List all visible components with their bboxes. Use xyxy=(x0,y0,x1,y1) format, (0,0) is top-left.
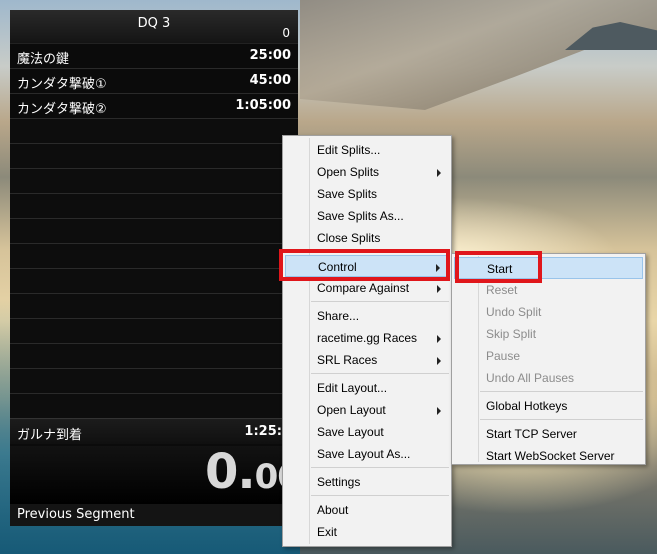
empty-split-row xyxy=(10,169,298,194)
menu-item-label: Close Splits xyxy=(317,231,381,245)
menu-item-open-splits[interactable]: Open Splits xyxy=(285,161,449,183)
menu-item-control[interactable]: Control xyxy=(285,255,449,277)
submenu-arrow-icon xyxy=(437,285,441,293)
menu-separator xyxy=(311,301,449,302)
submenu-arrow-icon xyxy=(436,264,440,272)
menu-separator xyxy=(480,419,643,420)
menu-item-label: racetime.gg Races xyxy=(317,331,418,345)
menu-separator xyxy=(311,495,449,496)
game-title: DQ 3 xyxy=(137,16,171,31)
context-menu: Edit Splits... Open Splits Save Splits S… xyxy=(282,135,452,547)
split-time: 1:05:00 xyxy=(235,98,291,113)
menu-item-label: Undo Split xyxy=(486,305,542,319)
splits-header: DQ 3 0 xyxy=(10,10,298,44)
menu-item-label: Undo All Pauses xyxy=(486,371,575,385)
submenu-arrow-icon xyxy=(437,407,441,415)
menu-item-label: Compare Against xyxy=(317,281,410,295)
split-row: カンダタ撃破① 45:00 xyxy=(10,69,298,94)
menu-item-label: Open Splits xyxy=(317,165,380,179)
submenu-item-pause[interactable]: Pause xyxy=(454,345,643,367)
menu-item-label: Save Layout As... xyxy=(317,447,411,461)
menu-item-save-splits-as[interactable]: Save Splits As... xyxy=(285,205,449,227)
menu-item-label: Reset xyxy=(486,283,518,297)
split-name: カンダタ撃破① xyxy=(17,77,107,92)
background-rock xyxy=(300,0,657,110)
split-name: カンダタ撃破② xyxy=(17,102,107,117)
menu-item-exit[interactable]: Exit xyxy=(285,521,449,543)
menu-item-label: Settings xyxy=(317,475,361,489)
submenu-item-start-websocket-server[interactable]: Start WebSocket Server xyxy=(454,445,643,467)
menu-item-label: Exit xyxy=(317,525,338,539)
menu-item-label: Save Splits xyxy=(317,187,378,201)
menu-item-save-layout-as[interactable]: Save Layout As... xyxy=(285,443,449,465)
submenu-arrow-icon xyxy=(437,335,441,343)
menu-item-label: Start WebSocket Server xyxy=(486,449,615,463)
control-submenu: Start Reset Undo Split Skip Split Pause … xyxy=(451,253,646,465)
empty-split-row xyxy=(10,319,298,344)
empty-split-row xyxy=(10,144,298,169)
menu-item-label: Start TCP Server xyxy=(486,427,577,441)
submenu-item-undo-split[interactable]: Undo Split xyxy=(454,301,643,323)
menu-item-save-layout[interactable]: Save Layout xyxy=(285,421,449,443)
submenu-item-undo-all-pauses[interactable]: Undo All Pauses xyxy=(454,367,643,389)
menu-item-label: Pause xyxy=(486,349,521,363)
split-time: 45:00 xyxy=(249,73,291,88)
timer-seconds: 0. xyxy=(205,446,256,500)
submenu-item-global-hotkeys[interactable]: Global Hotkeys xyxy=(454,395,643,417)
menu-separator xyxy=(311,251,449,252)
livesplit-window[interactable]: DQ 3 0 魔法の鍵 25:00 カンダタ撃破① 45:00 カンダタ撃破② … xyxy=(10,10,298,526)
empty-split-row xyxy=(10,244,298,269)
menu-item-save-splits[interactable]: Save Splits xyxy=(285,183,449,205)
menu-item-label: SRL Races xyxy=(317,353,378,367)
menu-item-label: Control xyxy=(318,260,357,274)
menu-item-close-splits[interactable]: Close Splits xyxy=(285,227,449,249)
empty-split-row xyxy=(10,294,298,319)
menu-separator xyxy=(311,467,449,468)
menu-item-label: About xyxy=(317,503,349,517)
submenu-item-reset[interactable]: Reset xyxy=(454,279,643,301)
empty-split-row xyxy=(10,194,298,219)
menu-item-label: Start xyxy=(487,262,513,276)
menu-item-label: Edit Splits... xyxy=(317,143,381,157)
empty-split-row xyxy=(10,344,298,369)
menu-item-compare-against[interactable]: Compare Against xyxy=(285,277,449,299)
menu-item-settings[interactable]: Settings xyxy=(285,471,449,493)
previous-segment-row: Previous Segment xyxy=(10,504,298,526)
menu-item-label: Save Splits As... xyxy=(317,209,404,223)
main-timer: 0.00 xyxy=(10,446,298,504)
empty-split-row xyxy=(10,269,298,294)
empty-split-row xyxy=(10,394,298,419)
split-name: 魔法の鍵 xyxy=(17,52,70,67)
split-row: カンダタ撃破② 1:05:00 xyxy=(10,94,298,119)
menu-item-label: Edit Layout... xyxy=(317,381,388,395)
menu-item-label: Open Layout xyxy=(317,403,386,417)
submenu-item-start-tcp-server[interactable]: Start TCP Server xyxy=(454,423,643,445)
split-row: 魔法の鍵 25:00 xyxy=(10,44,298,69)
menu-item-racetime-races[interactable]: racetime.gg Races xyxy=(285,327,449,349)
menu-item-label: Skip Split xyxy=(486,327,537,341)
menu-item-edit-splits[interactable]: Edit Splits... xyxy=(285,139,449,161)
empty-split-row xyxy=(10,119,298,144)
submenu-item-skip-split[interactable]: Skip Split xyxy=(454,323,643,345)
empty-split-row xyxy=(10,219,298,244)
final-split-row: ガルナ到着 1:25:0 xyxy=(10,418,298,444)
menu-item-label: Save Layout xyxy=(317,425,384,439)
menu-item-open-layout[interactable]: Open Layout xyxy=(285,399,449,421)
attempt-count: 0 xyxy=(282,26,290,40)
split-time: 25:00 xyxy=(249,48,291,63)
menu-item-share[interactable]: Share... xyxy=(285,305,449,327)
previous-segment-label: Previous Segment xyxy=(17,507,135,522)
split-name: ガルナ到着 xyxy=(17,428,83,443)
menu-separator xyxy=(311,373,449,374)
menu-item-label: Global Hotkeys xyxy=(486,399,568,413)
menu-item-label: Share... xyxy=(317,309,360,323)
menu-item-about[interactable]: About xyxy=(285,499,449,521)
submenu-arrow-icon xyxy=(437,357,441,365)
submenu-item-start[interactable]: Start xyxy=(454,257,643,279)
submenu-arrow-icon xyxy=(437,169,441,177)
menu-item-edit-layout[interactable]: Edit Layout... xyxy=(285,377,449,399)
empty-split-row xyxy=(10,369,298,394)
menu-separator xyxy=(480,391,643,392)
menu-item-srl-races[interactable]: SRL Races xyxy=(285,349,449,371)
